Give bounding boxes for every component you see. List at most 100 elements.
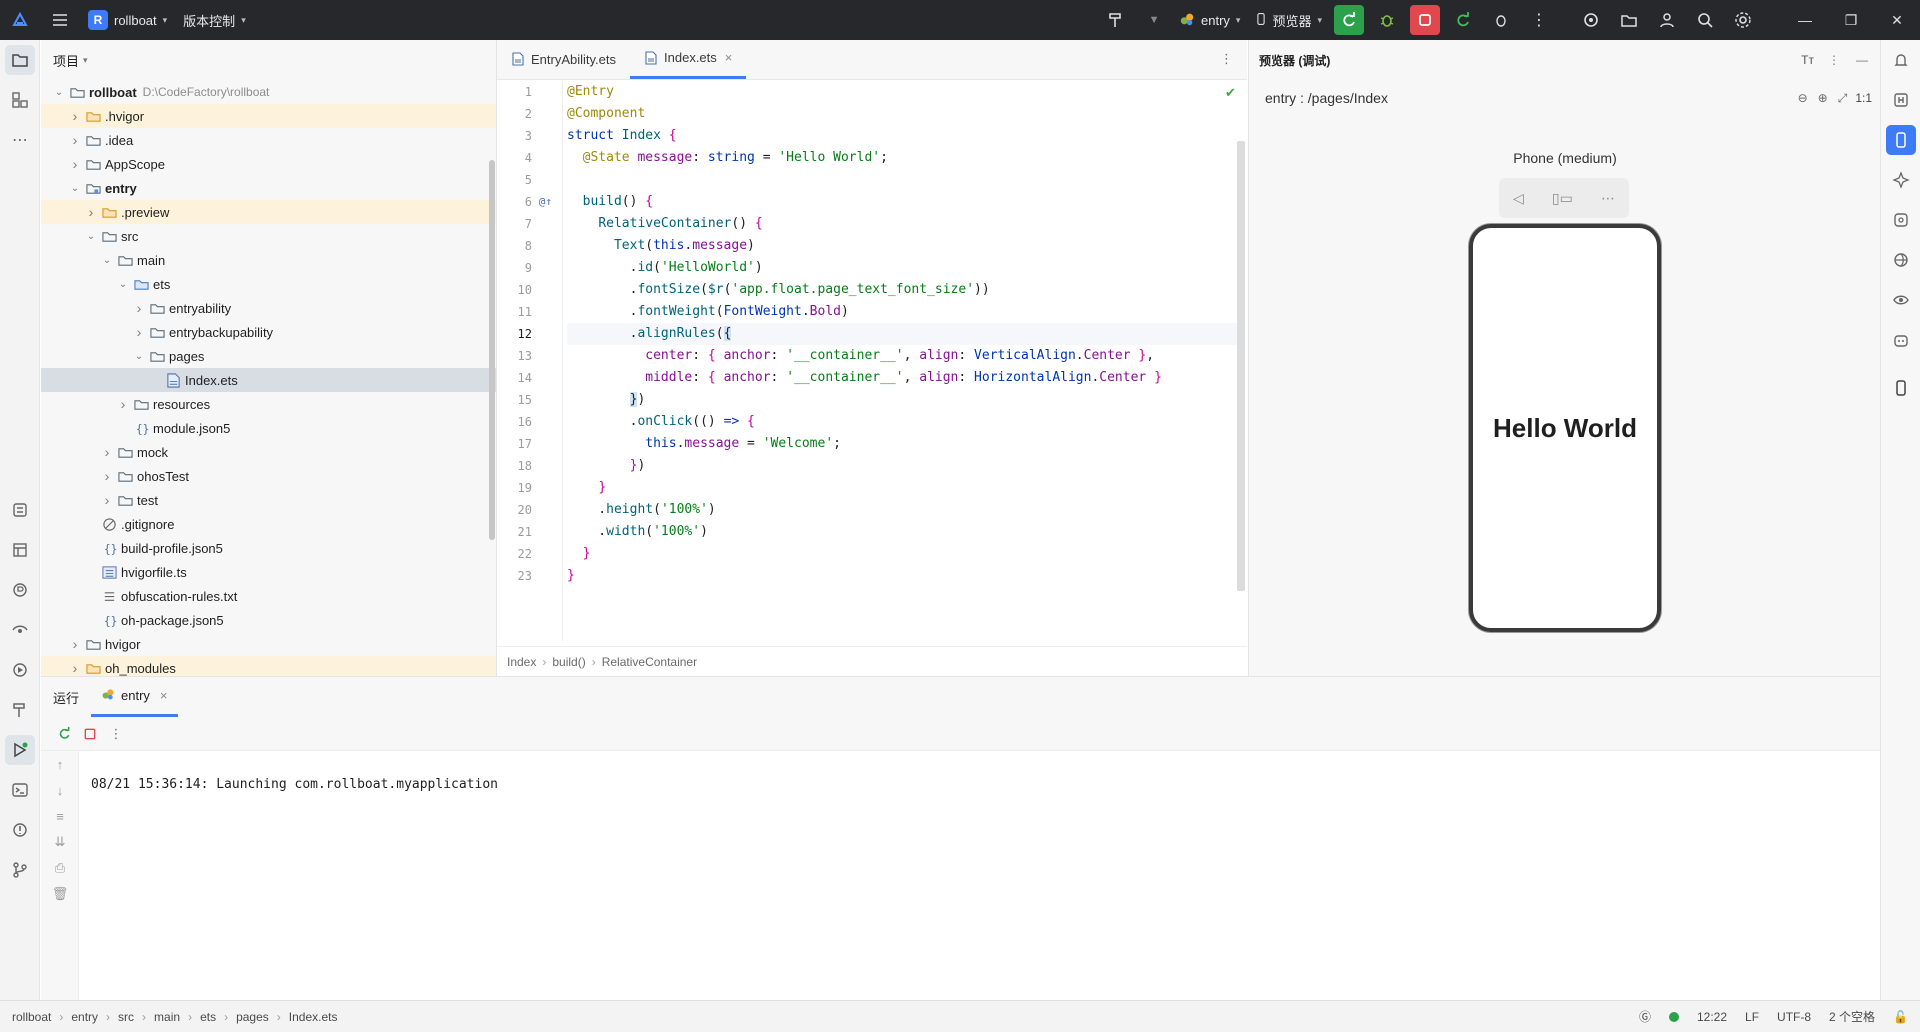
more-actions-icon[interactable]: ⋮	[1524, 5, 1554, 35]
run-tool-icon[interactable]	[0, 730, 40, 770]
cursor-position[interactable]: 12:22	[1697, 1010, 1727, 1024]
chevron-down-icon[interactable]: ⌄	[131, 351, 147, 362]
no-problems-check-icon[interactable]: ✔	[1225, 85, 1236, 101]
chevron-right-icon[interactable]: ›	[67, 108, 83, 124]
zoom-out-icon[interactable]: ⊖	[1798, 91, 1808, 105]
sync-dropdown-icon[interactable]: ▼	[1139, 5, 1169, 35]
structure-icon[interactable]	[0, 80, 40, 120]
breadcrumb-item[interactable]: Index	[507, 655, 536, 669]
file-encoding[interactable]: UTF-8	[1777, 1010, 1811, 1024]
project-scrollbar[interactable]	[489, 160, 495, 540]
project-switcher[interactable]: R rollboat ▾	[88, 0, 167, 40]
services-icon[interactable]	[0, 650, 40, 690]
chevron-right-icon[interactable]: ›	[99, 468, 115, 484]
stop-icon[interactable]	[77, 721, 103, 747]
chevron-down-icon[interactable]: ⌄	[115, 279, 131, 290]
tree-item[interactable]: hvigorfile.ts	[41, 560, 496, 584]
folder-icon[interactable]	[1614, 5, 1644, 35]
project-panel-header[interactable]: 项目 ▾	[41, 40, 496, 80]
previewer-icon[interactable]	[1881, 120, 1920, 160]
inspector-icon[interactable]	[0, 610, 40, 650]
preview-hello-text[interactable]: Hello World	[1473, 413, 1657, 444]
zoom-in-icon[interactable]: ⊕	[1818, 91, 1828, 105]
clear-trash-icon[interactable]: 🗑	[41, 881, 79, 907]
chevron-down-icon[interactable]: ⌄	[51, 87, 67, 98]
stop-button[interactable]	[1410, 5, 1440, 35]
minimize-button[interactable]: —	[1782, 0, 1828, 40]
profiler-icon[interactable]	[0, 570, 40, 610]
tree-item[interactable]: › entryability	[41, 296, 496, 320]
tree-item[interactable]: › entrybackupability	[41, 320, 496, 344]
search-icon[interactable]	[1690, 5, 1720, 35]
target-icon[interactable]	[1576, 5, 1606, 35]
tree-item[interactable]: › resources	[41, 392, 496, 416]
scroll-up-icon[interactable]: ↑	[41, 751, 79, 777]
chevron-right-icon[interactable]: ›	[83, 204, 99, 220]
main-menu-icon[interactable]	[40, 0, 80, 40]
notifications-bell-icon[interactable]	[1881, 40, 1920, 80]
scroll-down-icon[interactable]: ↓	[41, 777, 79, 803]
status-path-item[interactable]: ets	[200, 1010, 216, 1024]
previewer-more-icon[interactable]: ⋮	[1828, 53, 1840, 67]
tree-item[interactable]: › mock	[41, 440, 496, 464]
tree-item[interactable]: › ohosTest	[41, 464, 496, 488]
run-tab-entry[interactable]: entry ×	[91, 677, 178, 717]
status-path-item[interactable]: main	[154, 1010, 180, 1024]
status-path-item[interactable]: pages	[236, 1010, 269, 1024]
close-tab-icon[interactable]: ×	[160, 688, 168, 703]
chevron-right-icon[interactable]: ›	[131, 324, 147, 340]
chevron-down-icon[interactable]: ⌄	[67, 183, 83, 194]
apply-changes-icon[interactable]	[1448, 5, 1478, 35]
terminal-icon[interactable]	[0, 770, 40, 810]
code-area[interactable]: 12345 6 @↑ 7 8 9 10 11 12 13 14 15 16 17 18 19 20 21 …	[497, 81, 1247, 641]
tree-item[interactable]: {} module.json5	[41, 416, 496, 440]
breadcrumb-item[interactable]: build()	[552, 655, 585, 669]
run-more-icon[interactable]: ⋮	[103, 721, 129, 747]
chevron-down-icon[interactable]: ⌄	[83, 231, 99, 242]
tree-item[interactable]: › hvigor	[41, 632, 496, 656]
account-icon[interactable]	[1652, 5, 1682, 35]
rotate-icon[interactable]: ▯▭	[1552, 190, 1573, 207]
status-path-item[interactable]: Index.ets	[289, 1010, 338, 1024]
tree-item[interactable]: › .preview	[41, 200, 496, 224]
override-gutter-icon[interactable]: @↑	[539, 191, 552, 213]
build-icon[interactable]	[0, 690, 40, 730]
tree-item[interactable]: › AppScope	[41, 152, 496, 176]
close-window-button[interactable]: ✕	[1874, 0, 1920, 40]
chevron-right-icon[interactable]: ›	[67, 636, 83, 652]
scroll-to-end-icon[interactable]: ⇊	[41, 829, 79, 855]
chevron-right-icon[interactable]: ›	[67, 132, 83, 148]
todo-icon[interactable]	[0, 490, 40, 530]
robot-icon[interactable]	[1881, 320, 1920, 360]
build-hammer-icon[interactable]	[1101, 5, 1131, 35]
status-path-item[interactable]: src	[118, 1010, 134, 1024]
close-tab-icon[interactable]: ×	[725, 50, 733, 65]
tree-item[interactable]: ⌄ ets	[41, 272, 496, 296]
back-icon[interactable]: ◁	[1513, 190, 1524, 207]
hvigor-icon[interactable]	[1881, 80, 1920, 120]
chevron-right-icon[interactable]: ›	[99, 492, 115, 508]
restore-button[interactable]: ❐	[1828, 0, 1874, 40]
device-manager-icon[interactable]	[1881, 368, 1920, 408]
vcs-menu[interactable]: 版本控制 ▾	[183, 0, 246, 40]
zoom-ratio[interactable]: 1:1	[1855, 91, 1872, 105]
chevron-right-icon[interactable]: ›	[99, 444, 115, 460]
attach-debugger-icon[interactable]	[1486, 5, 1516, 35]
tree-item[interactable]: .gitignore	[41, 512, 496, 536]
line-separator[interactable]: LF	[1745, 1010, 1759, 1024]
run-config-select[interactable]: entry ▾	[1179, 0, 1240, 40]
fit-screen-icon[interactable]: ⤢	[1838, 91, 1848, 106]
code-linter-icon[interactable]: Ⓖ	[1639, 1008, 1651, 1025]
status-path-item[interactable]: entry	[71, 1010, 98, 1024]
database-icon[interactable]	[1881, 200, 1920, 240]
font-size-icon[interactable]: Tт	[1801, 53, 1814, 67]
rerun-icon[interactable]	[51, 721, 77, 747]
globe-icon[interactable]	[1881, 240, 1920, 280]
editor-scrollbar[interactable]	[1237, 141, 1245, 591]
chevron-right-icon[interactable]: ›	[67, 156, 83, 172]
tree-item[interactable]: › test	[41, 488, 496, 512]
tree-item[interactable]: Index.ets	[41, 368, 496, 392]
chevron-right-icon[interactable]: ›	[115, 396, 131, 412]
tree-item[interactable]: › oh_modules	[41, 656, 496, 676]
tree-item[interactable]: obfuscation-rules.txt	[41, 584, 496, 608]
